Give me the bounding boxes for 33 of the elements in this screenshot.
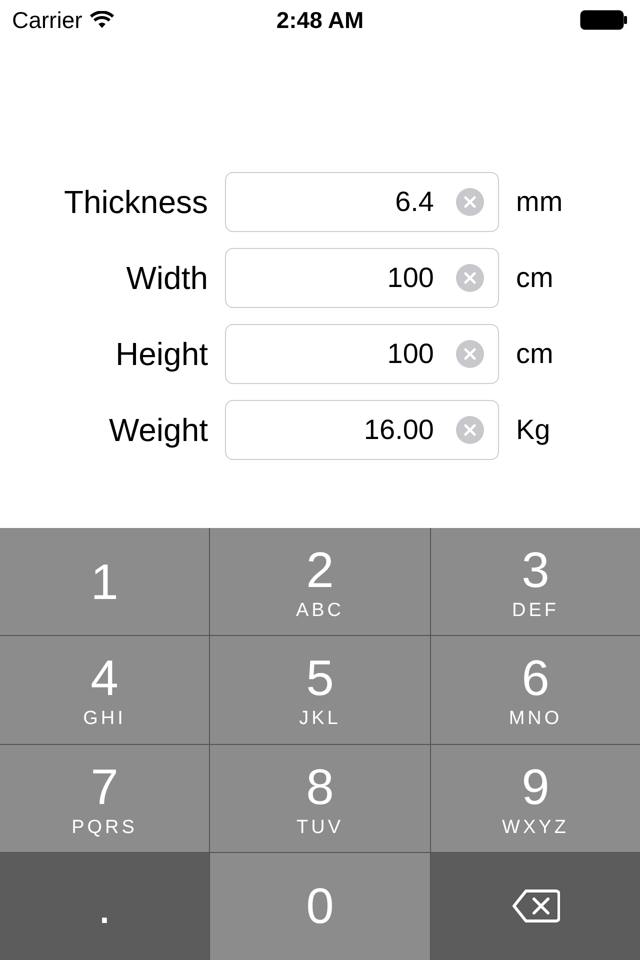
wifi-icon bbox=[90, 11, 114, 29]
number-field[interactable]: 100 bbox=[225, 248, 499, 308]
field-label: Weight bbox=[108, 411, 208, 450]
backspace-icon bbox=[512, 889, 560, 924]
status-time: 2:48 AM bbox=[276, 6, 364, 35]
field-label: Thickness bbox=[62, 183, 208, 222]
field-label: Width bbox=[125, 259, 208, 298]
carrier-name: Carrier bbox=[12, 6, 82, 35]
keypad-key[interactable]: 5 JKL bbox=[210, 636, 430, 744]
battery-icon bbox=[580, 10, 628, 30]
keypad-key[interactable]: 0 bbox=[210, 852, 430, 960]
delete-key[interactable] bbox=[431, 852, 640, 960]
clear-icon[interactable] bbox=[456, 416, 484, 444]
clear-icon[interactable] bbox=[456, 188, 484, 216]
unit-label: cm bbox=[516, 261, 554, 295]
number-field[interactable]: 6.4 bbox=[225, 172, 499, 232]
unit-label: cm bbox=[516, 337, 554, 371]
keypad-key[interactable]: 8 TUV bbox=[210, 744, 430, 852]
keypad-key[interactable]: 9 WXYZ bbox=[431, 744, 640, 852]
clear-icon[interactable] bbox=[456, 340, 484, 368]
keypad-key[interactable]: 7 PQRS bbox=[0, 744, 209, 852]
number-field[interactable]: 100 bbox=[225, 324, 499, 384]
unit-label: mm bbox=[516, 185, 563, 219]
field-label: Height bbox=[114, 335, 208, 374]
clear-icon[interactable] bbox=[456, 264, 484, 292]
keypad-key[interactable]: 2 ABC bbox=[210, 528, 430, 636]
keypad-key[interactable]: . bbox=[0, 852, 209, 960]
unit-label: Kg bbox=[516, 413, 550, 447]
keypad-key[interactable]: 4 GHI bbox=[0, 636, 209, 744]
keypad-key[interactable]: 3 DEF bbox=[431, 528, 640, 636]
keypad-key[interactable]: 6 MNO bbox=[431, 636, 640, 744]
keypad-key[interactable]: 1 bbox=[0, 528, 209, 636]
number-field[interactable]: 16.00 bbox=[225, 400, 499, 460]
